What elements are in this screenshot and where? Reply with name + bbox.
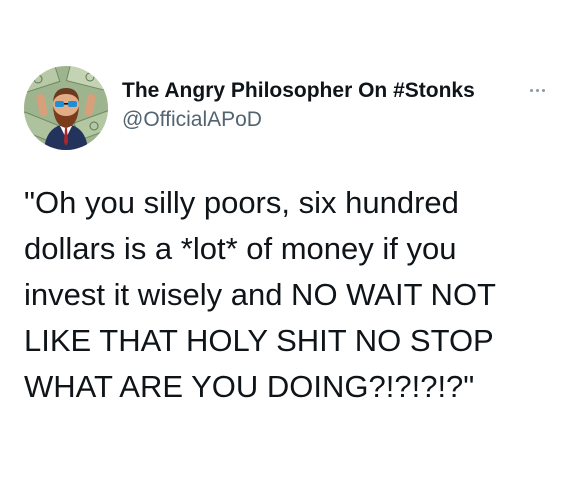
more-horizontal-icon[interactable] [522, 80, 552, 100]
author-avatar[interactable] [24, 66, 108, 150]
avatar-image [24, 66, 108, 150]
tweet-text-line: WHAT ARE YOU DOING?!?!?!?" [24, 369, 475, 404]
tweet: The Angry Philosopher On #Stonks @Offici… [0, 0, 576, 500]
tweet-text: "Oh you silly poors, six hundred dollars… [24, 180, 554, 410]
more-dot [541, 88, 545, 92]
tweet-text-line: LIKE THAT HOLY SHIT NO STOP [24, 323, 494, 358]
more-dot [529, 88, 533, 92]
author-display-name[interactable]: The Angry Philosopher On #Stonks [122, 78, 475, 104]
more-dot [535, 88, 539, 92]
tweet-text-line: invest it wisely and NO WAIT NOT [24, 277, 496, 312]
author-handle[interactable]: @OfficialAPoD [122, 107, 262, 133]
tweet-text-line: dollars is a *lot* of money if you [24, 231, 457, 266]
tweet-text-line: "Oh you silly poors, six hundred [24, 185, 459, 220]
